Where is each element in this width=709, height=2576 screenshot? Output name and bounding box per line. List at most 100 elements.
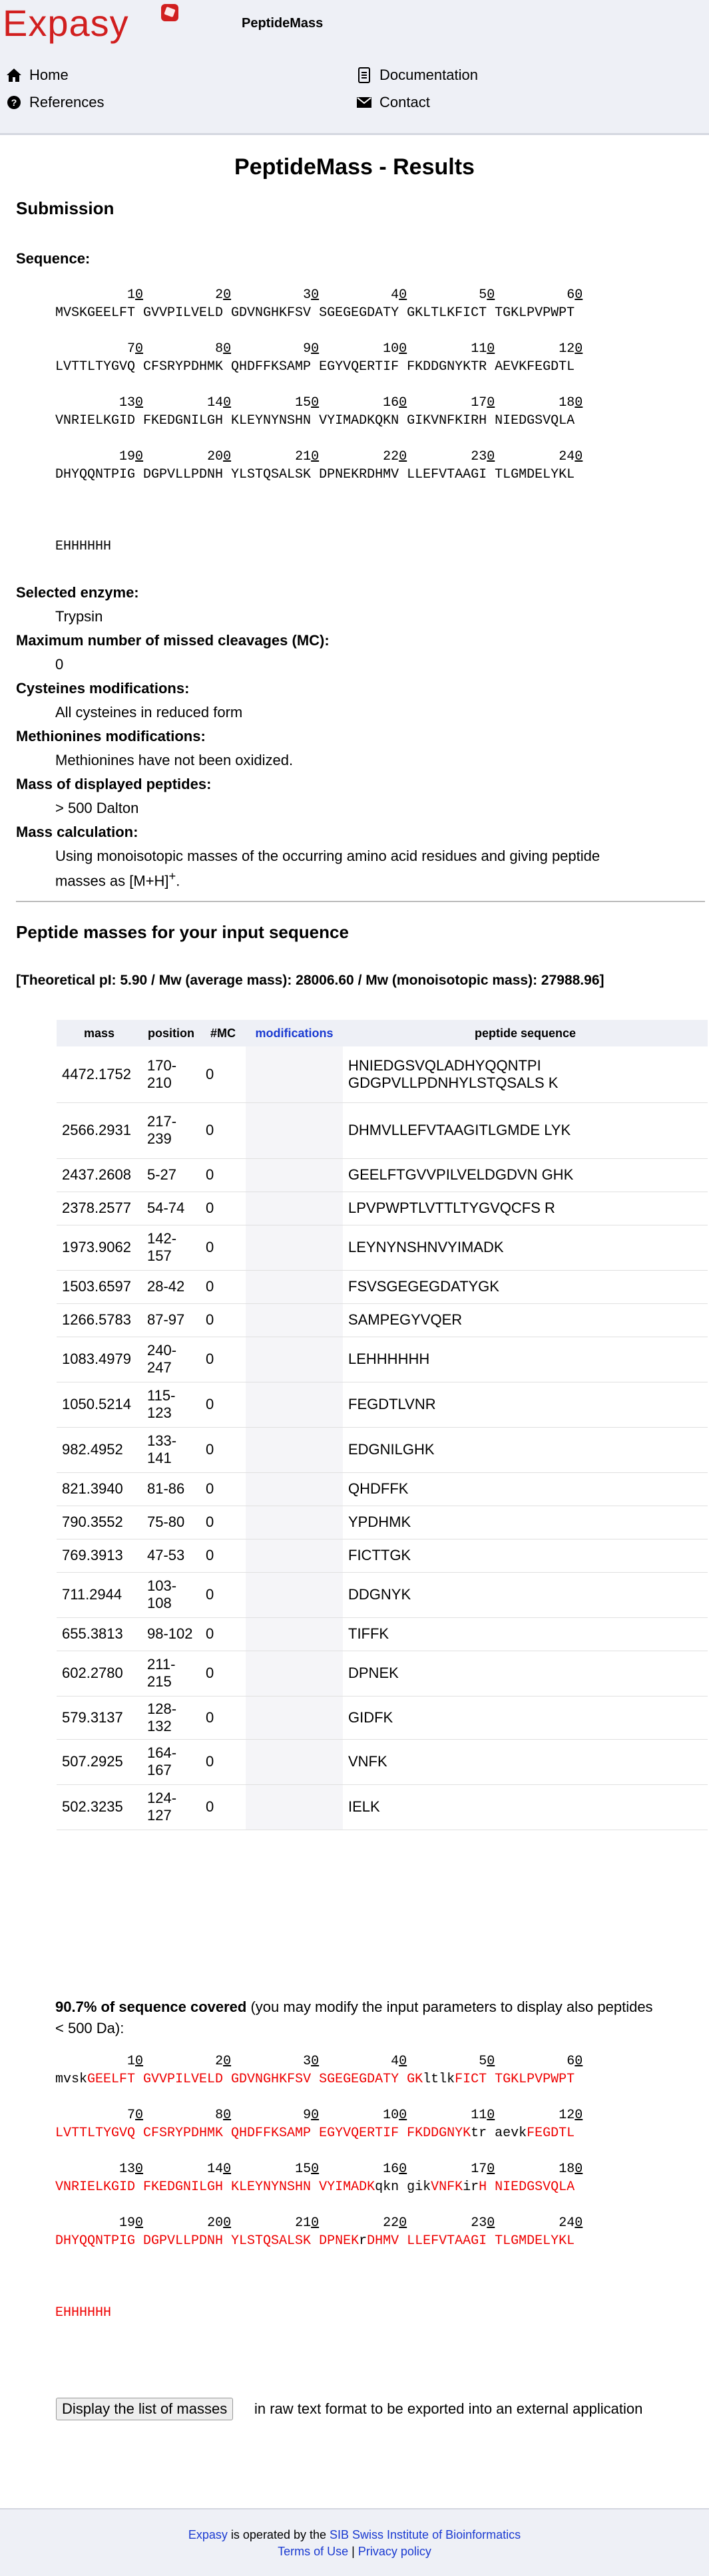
covered-segment: GEELFT GVVPILVELD GDVNGHKFSV SGEGEGDATY … <box>87 2072 423 2087</box>
cell-mc: 0 <box>200 1270 246 1304</box>
footer-sib-link[interactable]: SIB Swiss Institute of Bioinformatics <box>330 2528 521 2541</box>
table-row: 711.2944 103-108 0 DDGNYK <box>57 1572 708 1618</box>
coverage-sequence-line: DHYQQNTPIG DGPVLLPDNH YLSTQSALSK DPNEKrD… <box>55 2232 583 2250</box>
cell-modifications <box>246 1427 343 1473</box>
mass-displayed-label: Mass of displayed peptides: <box>16 776 212 792</box>
cell-mass: 579.3137 <box>57 1696 142 1740</box>
envelope-icon <box>355 94 373 111</box>
cell-peptide: GEELFTGVVPILVELDGDVN GHK <box>343 1158 708 1192</box>
enzyme-value: Trypsin <box>55 608 103 625</box>
cell-modifications <box>246 1225 343 1271</box>
table-row: 1973.9062 142-157 0 LEYNYNSHNVYIMADK <box>57 1225 708 1271</box>
col-mc: #MC <box>200 1020 246 1046</box>
table-row: 4472.1752 170-210 0 HNIEDGSVQLADHYQQNTPI GD… <box>57 1046 708 1103</box>
coverage-sequence-line <box>55 2088 583 2106</box>
site-title: PeptideMass <box>242 16 324 31</box>
footer-privacy-link[interactable]: Privacy policy <box>358 2545 431 2558</box>
covered-segment: FICT TGKLPVPWPT <box>455 2072 575 2087</box>
cell-position: 124-127 <box>142 1784 200 1830</box>
cell-peptide: DHMVLLEFVTAAGITLGMDE LYK <box>343 1102 708 1159</box>
table-row: 1083.4979 240-247 0 LEHHHHHH <box>57 1337 708 1382</box>
uncovered-segment: ltlk <box>423 2072 455 2087</box>
footer-operated-text: is operated by the <box>227 2528 330 2541</box>
mc-value: 0 <box>55 656 64 673</box>
site-footer: Expasy is operated by the SIB Swiss Inst… <box>0 2508 709 2576</box>
cell-mc: 0 <box>200 1102 246 1159</box>
covered-segment: VNFK <box>431 2179 463 2195</box>
uncovered-segment: mvsk <box>55 2072 88 2087</box>
col-modifications[interactable]: modifications <box>246 1020 343 1046</box>
table-row: 2378.2577 54-74 0 LPVPWPTLVTTLTYGVQCFS R <box>57 1192 708 1225</box>
table-row: 821.3940 81-86 0 QHDFFK <box>57 1472 708 1506</box>
sequence-label: Sequence: <box>16 250 91 267</box>
cell-mass: 2378.2577 <box>57 1192 142 1225</box>
coverage-sequence-line <box>55 2142 583 2160</box>
coverage-line-1: 90.7% of sequence covered (you may modif… <box>55 1999 653 2015</box>
cell-mass: 1503.6597 <box>57 1270 142 1304</box>
cys-label: Cysteines modifications: <box>16 680 190 697</box>
uncovered-segment: 190 200 210 220 230 240 <box>55 2215 583 2231</box>
cell-position: 87-97 <box>142 1303 200 1337</box>
footer-expasy-link[interactable]: Expasy <box>188 2528 228 2541</box>
cell-mc: 0 <box>200 1225 246 1271</box>
nav-documentation-label: Documentation <box>379 67 478 83</box>
nav-documentation[interactable]: Documentation <box>355 67 478 84</box>
coverage-sequence-line: LVTTLTYGVQ CFSRYPDHMK QHDFFKSAMP EGYVQER… <box>55 2124 583 2142</box>
cell-mc: 0 <box>200 1382 246 1428</box>
cell-peptide: LEYNYNSHNVYIMADK <box>343 1225 708 1271</box>
peptide-mass-rows: 4472.1752 170-210 0 HNIEDGSVQLADHYQQNTPI GD… <box>57 1046 708 1830</box>
footer-line-2: Terms of Use | Privacy policy <box>0 2545 709 2559</box>
cell-position: 81-86 <box>142 1472 200 1506</box>
cell-peptide: SAMPEGYVQER <box>343 1303 708 1337</box>
footer-terms-link[interactable]: Terms of Use <box>278 2545 348 2558</box>
nav-contact-label: Contact <box>379 94 430 110</box>
cell-peptide: FEGDTLVNR <box>343 1382 708 1428</box>
cell-position: 103-108 <box>142 1572 200 1618</box>
cell-peptide: FICTTGK <box>343 1539 708 1573</box>
cell-peptide: VNFK <box>343 1739 708 1785</box>
cell-position: 5-27 <box>142 1158 200 1192</box>
theoretical-pi-mw: [Theoretical pI: 5.90 / Mw (average mass… <box>16 973 604 988</box>
cell-modifications <box>246 1651 343 1696</box>
coverage-line-2: < 500 Da): <box>55 2020 124 2036</box>
cell-position: 133-141 <box>142 1427 200 1473</box>
cell-modifications <box>246 1102 343 1159</box>
nav-references[interactable]: ? References <box>5 94 105 111</box>
uncovered-segment: r <box>359 2233 367 2249</box>
cell-peptide: FSVSGEGEGDATYGK <box>343 1270 708 1304</box>
table-row: 982.4952 133-141 0 EDGNILGHK <box>57 1427 708 1473</box>
cell-modifications <box>246 1472 343 1506</box>
uncovered-segment: 130 140 150 160 170 180 <box>55 2162 583 2177</box>
svg-text:?: ? <box>11 97 17 108</box>
nav-home[interactable]: Home <box>5 67 69 84</box>
expasy-logo-badge-icon <box>161 4 178 21</box>
cell-position: 75-80 <box>142 1506 200 1539</box>
expasy-logo[interactable]: Expasy <box>3 1 129 45</box>
coverage-sequence-line: 130 140 150 160 170 180 <box>55 2160 583 2178</box>
coverage-sequence-line: 190 200 210 220 230 240 <box>55 2214 583 2232</box>
nav-contact[interactable]: Contact <box>355 94 430 111</box>
cell-mass: 769.3913 <box>57 1539 142 1573</box>
cell-peptide: TIFFK <box>343 1617 708 1651</box>
table-row: 602.2780 211-215 0 DPNEK <box>57 1651 708 1696</box>
cell-mass: 655.3813 <box>57 1617 142 1651</box>
table-row: 507.2925 164-167 0 VNFK <box>57 1739 708 1785</box>
cell-mass: 1083.4979 <box>57 1337 142 1382</box>
cell-modifications <box>246 1617 343 1651</box>
cell-mc: 0 <box>200 1539 246 1573</box>
cell-modifications <box>246 1337 343 1382</box>
table-row: 2566.2931 217-239 0 DHMVLLEFVTAAGITLGMDE LY… <box>57 1102 708 1159</box>
cell-mass: 4472.1752 <box>57 1046 142 1103</box>
cell-peptide: QHDFFK <box>343 1472 708 1506</box>
coverage-sequence-line: 70 80 90 100 110 120 <box>55 2106 583 2124</box>
coverage-sequence: 10 20 30 40 50 60 mvskGEELFT GVVPILVELD G… <box>55 2052 583 2322</box>
cell-mass: 2566.2931 <box>57 1102 142 1159</box>
mass-calc-label: Mass calculation: <box>16 824 138 840</box>
display-list-of-masses-button[interactable]: Display the list of masses <box>56 2398 234 2420</box>
table-row: 502.3235 124-127 0 IELK <box>57 1784 708 1830</box>
cell-mc: 0 <box>200 1337 246 1382</box>
coverage-sequence-line: VNRIELKGID FKEDGNILGH KLEYNYNSHN VYIMADK… <box>55 2178 583 2196</box>
cell-mass: 790.3552 <box>57 1506 142 1539</box>
cell-modifications <box>246 1382 343 1428</box>
coverage-sequence-line: 10 20 30 40 50 60 <box>55 2052 583 2070</box>
